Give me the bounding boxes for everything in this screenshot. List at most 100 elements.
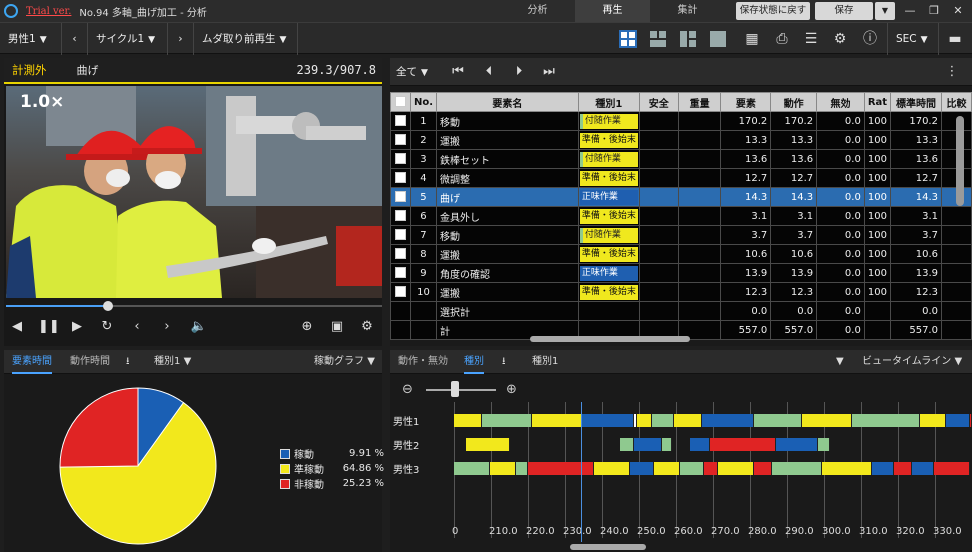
table-horizontal-scrollbar[interactable] bbox=[530, 336, 690, 342]
row-checkbox-cell[interactable] bbox=[390, 225, 411, 245]
row-no[interactable]: 1 bbox=[409, 111, 438, 131]
timeline-segment[interactable] bbox=[872, 462, 894, 475]
row-weight[interactable] bbox=[677, 206, 722, 226]
save-button[interactable]: 保存 bbox=[815, 2, 873, 20]
timeline-segment[interactable] bbox=[704, 462, 718, 475]
seek-bar[interactable] bbox=[6, 301, 382, 311]
checkbox[interactable] bbox=[394, 115, 406, 127]
close-icon[interactable]: ✕ bbox=[946, 0, 970, 22]
row-rating[interactable]: 100 bbox=[863, 282, 892, 302]
row-element-name[interactable]: 運搬 bbox=[436, 244, 579, 264]
row-motion-time[interactable]: 10.6 bbox=[770, 244, 818, 264]
layout-split-icon[interactable] bbox=[649, 30, 667, 48]
row-element-name[interactable]: 金具外し bbox=[436, 206, 579, 226]
row-checkbox-cell[interactable] bbox=[390, 168, 411, 188]
row-element-time[interactable]: 13.3 bbox=[720, 130, 772, 150]
timeline-segment[interactable] bbox=[654, 462, 680, 475]
row-no[interactable]: 6 bbox=[409, 206, 438, 226]
row-no[interactable]: 8 bbox=[409, 244, 438, 264]
table-row[interactable]: 2 運搬 準備・後始末 13.3 13.3 0.0 100 13.3 bbox=[390, 130, 972, 150]
table-row[interactable]: 8 運搬 準備・後始末 10.6 10.6 0.0 100 10.6 bbox=[390, 244, 972, 264]
gear-icon[interactable]: ⚙ bbox=[831, 30, 849, 48]
timeline-segment[interactable] bbox=[818, 438, 830, 451]
playhead-line[interactable] bbox=[581, 402, 582, 542]
row-checkbox-cell[interactable] bbox=[390, 206, 411, 226]
timeline-segment[interactable] bbox=[690, 438, 710, 451]
row-checkbox-cell[interactable] bbox=[390, 187, 411, 207]
tab-summary[interactable]: 集計 bbox=[650, 0, 725, 22]
row-standard-time[interactable]: 3.7 bbox=[890, 225, 942, 245]
tab-playback[interactable]: 再生 bbox=[575, 0, 650, 22]
table-row[interactable]: 7 移動 付随作業 3.7 3.7 0.0 100 3.7 bbox=[390, 225, 972, 245]
more-icon[interactable]: ⋮ bbox=[942, 62, 962, 82]
row-standard-time[interactable]: 13.3 bbox=[890, 130, 942, 150]
layout-quad-icon[interactable] bbox=[619, 30, 637, 48]
timeline-segment[interactable] bbox=[620, 438, 634, 451]
row-checkbox-cell[interactable] bbox=[390, 263, 411, 283]
film-icon[interactable]: ▦ bbox=[743, 30, 761, 48]
row-element-time[interactable]: 3.1 bbox=[720, 206, 772, 226]
timeline-segment[interactable] bbox=[912, 462, 934, 475]
timeline-segment[interactable] bbox=[680, 462, 704, 475]
timeline-segment[interactable] bbox=[754, 414, 802, 427]
timeline-segment[interactable] bbox=[754, 462, 772, 475]
timeline-segment[interactable] bbox=[662, 438, 672, 451]
checkbox[interactable] bbox=[394, 96, 406, 108]
row-weight[interactable] bbox=[677, 111, 722, 131]
timeline-segment[interactable] bbox=[674, 414, 702, 427]
row-element-name[interactable]: 移動 bbox=[436, 225, 579, 245]
row-no[interactable]: 2 bbox=[409, 130, 438, 150]
timeline-segment[interactable] bbox=[594, 462, 630, 475]
image-icon[interactable]: ▣ bbox=[328, 318, 346, 336]
row-kind[interactable]: 準備・後始末 bbox=[577, 206, 640, 226]
row-safety[interactable] bbox=[638, 187, 679, 207]
row-checkbox-cell[interactable] bbox=[390, 130, 411, 150]
table-row[interactable]: 1 移動 付随作業 170.2 170.2 0.0 100 170.2 bbox=[390, 111, 972, 131]
settings-icon[interactable]: ⚙ bbox=[358, 318, 376, 336]
row-no[interactable]: 9 bbox=[409, 263, 438, 283]
row-rating[interactable]: 100 bbox=[863, 111, 892, 131]
row-kind[interactable]: 正味作業 bbox=[577, 263, 640, 283]
row-element-time[interactable]: 13.6 bbox=[720, 149, 772, 169]
row-element-time[interactable]: 170.2 bbox=[720, 111, 772, 131]
row-kind[interactable]: 付随作業 bbox=[577, 225, 640, 245]
row-standard-time[interactable]: 12.7 bbox=[890, 168, 942, 188]
row-no[interactable]: 3 bbox=[409, 149, 438, 169]
timeline-segment[interactable] bbox=[652, 414, 674, 427]
timeline-segment[interactable] bbox=[532, 414, 582, 427]
restore-state-button[interactable]: 保存状態に戻す bbox=[736, 2, 810, 20]
row-element-time[interactable]: 13.9 bbox=[720, 263, 772, 283]
first-icon[interactable]: ⏮ bbox=[448, 62, 468, 82]
tab-analysis[interactable]: 分析 bbox=[500, 0, 575, 22]
row-safety[interactable] bbox=[638, 111, 679, 131]
pause-icon[interactable]: ❚❚ bbox=[38, 318, 60, 336]
row-invalid-time[interactable]: 0.0 bbox=[816, 263, 865, 283]
prev-cycle-icon[interactable]: ‹ bbox=[62, 23, 88, 55]
checkbox[interactable] bbox=[394, 286, 406, 298]
header-element-name[interactable]: 要素名 bbox=[436, 92, 579, 112]
row-kind[interactable]: 付随作業 bbox=[577, 149, 640, 169]
seek-handle[interactable] bbox=[102, 301, 113, 311]
row-weight[interactable] bbox=[677, 149, 722, 169]
row-standard-time[interactable]: 12.3 bbox=[890, 282, 942, 302]
row-rating[interactable]: 100 bbox=[863, 187, 892, 207]
row-kind[interactable]: 付随作業 bbox=[577, 111, 640, 131]
operator-select[interactable]: 男性1 ▼ bbox=[0, 23, 62, 55]
row-invalid-time[interactable]: 0.0 bbox=[816, 111, 865, 131]
minimize-icon[interactable]: — bbox=[898, 0, 922, 22]
row-standard-time[interactable]: 14.3 bbox=[890, 187, 942, 207]
info-icon[interactable]: ⓘ bbox=[861, 30, 879, 48]
row-compare[interactable] bbox=[940, 282, 972, 302]
layout-side-icon[interactable] bbox=[679, 30, 697, 48]
timeline-segment[interactable] bbox=[630, 462, 654, 475]
row-standard-time[interactable]: 3.1 bbox=[890, 206, 942, 226]
checkbox[interactable] bbox=[394, 210, 406, 222]
next-frame-icon[interactable]: › bbox=[158, 318, 176, 336]
timeline-segment[interactable] bbox=[637, 414, 652, 427]
row-kind[interactable]: 正味作業 bbox=[577, 187, 640, 207]
row-element-name[interactable]: 運搬 bbox=[436, 282, 579, 302]
row-kind[interactable]: 準備・後始末 bbox=[577, 168, 640, 188]
row-weight[interactable] bbox=[677, 263, 722, 283]
header-kind[interactable]: 種別1 bbox=[577, 92, 640, 112]
timeline-segment[interactable] bbox=[454, 414, 482, 427]
